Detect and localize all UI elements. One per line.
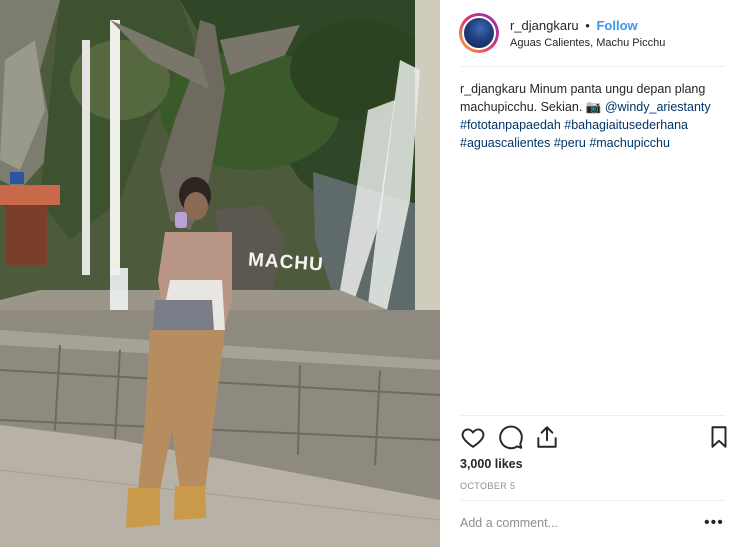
- profile-avatar[interactable]: [459, 13, 499, 53]
- share-icon[interactable]: [534, 424, 560, 450]
- username-link[interactable]: r_djangkaru: [510, 18, 579, 33]
- hashtag-link[interactable]: #bahagiaitusederhana: [564, 118, 688, 132]
- hashtag-link[interactable]: #machupicchu: [589, 136, 670, 150]
- bookmark-icon[interactable]: [706, 424, 732, 450]
- comment-divider: [460, 500, 725, 501]
- avatar-image: [462, 16, 496, 50]
- post-photo[interactable]: MACHU: [0, 0, 440, 547]
- more-options-button[interactable]: •••: [704, 514, 724, 532]
- post-date: OCTOBER 5: [460, 481, 516, 491]
- action-bar: [460, 424, 730, 450]
- header-divider: [460, 66, 725, 67]
- follow-button[interactable]: Follow: [596, 18, 637, 33]
- hashtag-link[interactable]: #fototanpapaedah: [460, 118, 561, 132]
- likes-count[interactable]: 3,000 likes: [460, 457, 523, 471]
- heart-icon[interactable]: [460, 424, 486, 450]
- photo-scene: [0, 0, 440, 547]
- user-line: r_djangkaru • Follow: [510, 18, 638, 33]
- caption-username[interactable]: r_djangkaru: [460, 82, 526, 96]
- post-header: r_djangkaru • Follow Aguas Calientes, Ma…: [440, 0, 745, 66]
- add-comment-input[interactable]: Add a comment...: [460, 516, 558, 530]
- separator-dot: •: [585, 18, 590, 33]
- caption: r_djangkaru Minum panta ungu depan plang…: [460, 80, 730, 152]
- hashtag-link[interactable]: #peru: [554, 136, 586, 150]
- comment-bubble-icon[interactable]: [498, 424, 524, 450]
- post-side-panel: r_djangkaru • Follow Aguas Calientes, Ma…: [440, 0, 745, 547]
- location-link[interactable]: Aguas Calientes, Machu Picchu: [510, 37, 665, 49]
- hashtag-link[interactable]: #aguascalientes: [460, 136, 550, 150]
- mention-link[interactable]: @windy_ariestanty: [605, 100, 711, 114]
- camera-emoji-icon: 📷: [585, 100, 602, 114]
- actions-divider: [460, 415, 725, 416]
